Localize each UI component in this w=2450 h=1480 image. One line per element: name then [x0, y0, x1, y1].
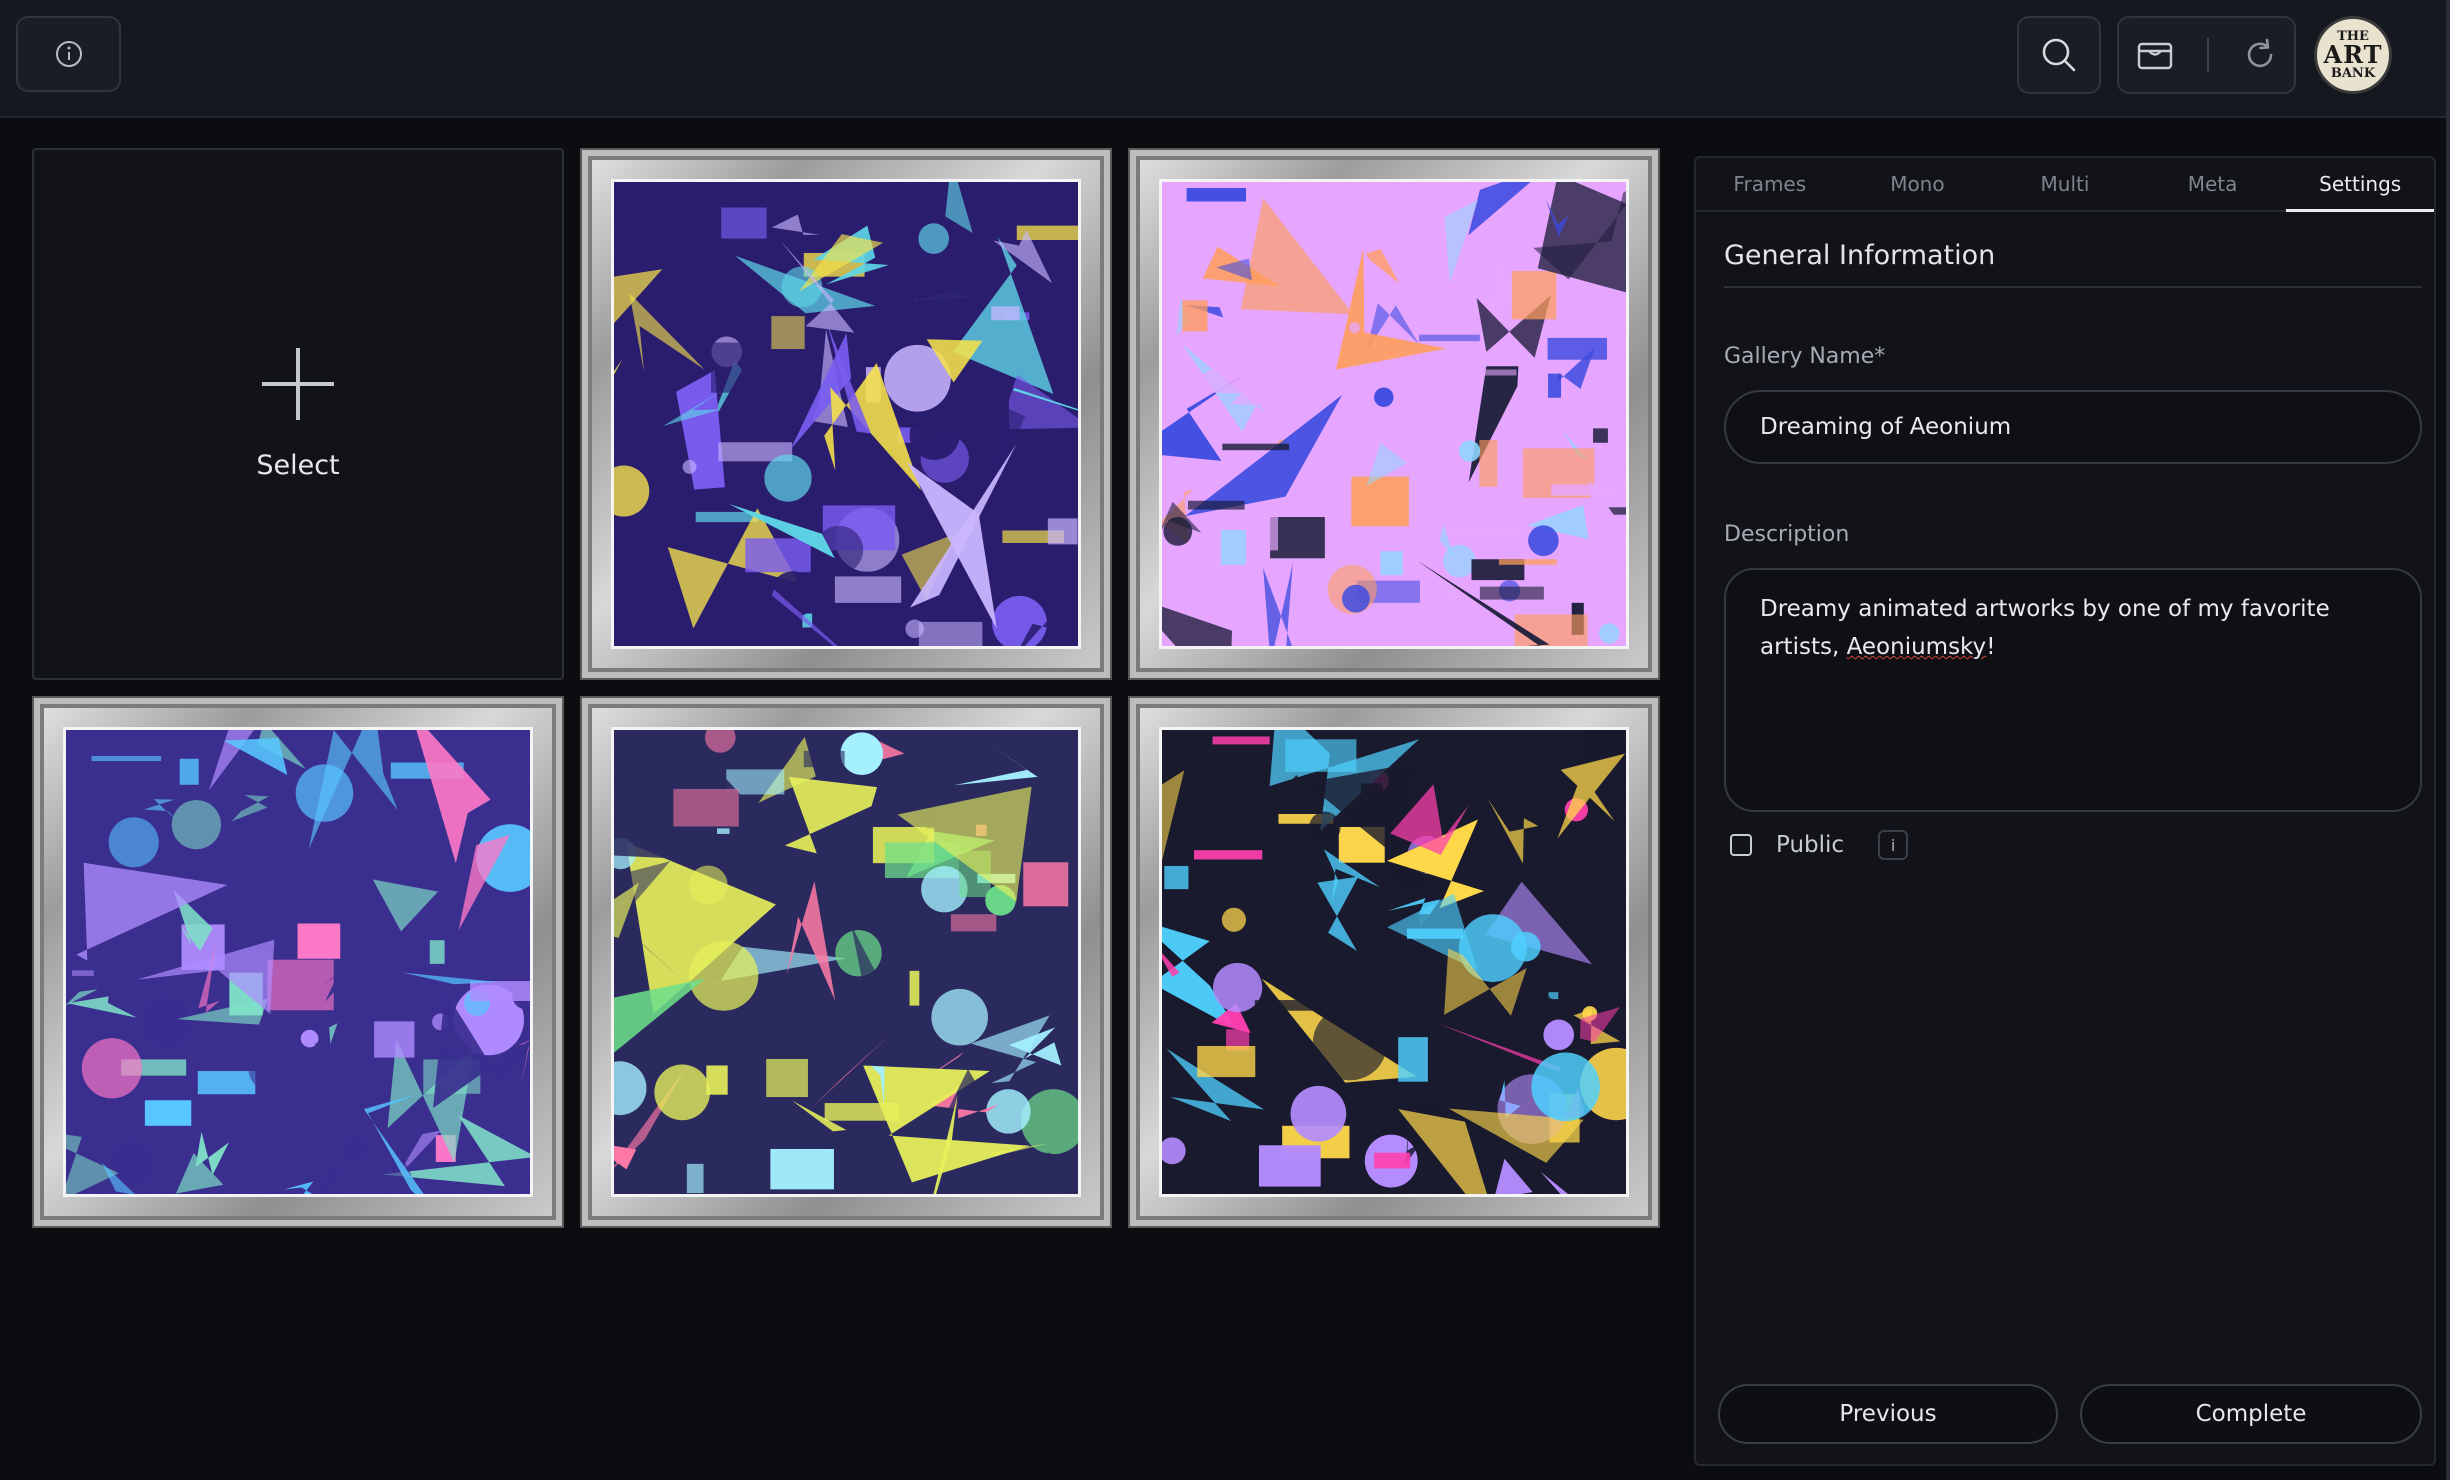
section-divider [1724, 286, 2422, 288]
artwork-image [1162, 182, 1626, 646]
plus-icon [262, 347, 334, 420]
public-checkbox[interactable] [1730, 834, 1752, 856]
top-bar: THE ART BANK [0, 0, 2450, 118]
artwork-frame[interactable] [580, 696, 1112, 1228]
description-label: Description [1724, 522, 1850, 547]
search-icon [2042, 38, 2076, 72]
complete-button[interactable]: Complete [2080, 1384, 2422, 1444]
description-misspelled-word: Aeoniumsky [1846, 634, 1987, 660]
settings-panel: Frames Mono Multi Meta Settings General … [1694, 156, 2436, 1466]
search-button[interactable] [2017, 16, 2101, 94]
previous-button[interactable]: Previous [1718, 1384, 2058, 1444]
tab-frames[interactable]: Frames [1696, 158, 1844, 210]
description-end: ! [1986, 634, 1996, 660]
select-label: Select [256, 449, 340, 481]
window-edge [2446, 0, 2450, 1480]
avatar[interactable]: THE ART BANK [2314, 16, 2392, 94]
panel-tabs: Frames Mono Multi Meta Settings [1696, 158, 2434, 212]
info-circle-icon [55, 41, 82, 67]
tab-settings[interactable]: Settings [2286, 158, 2434, 212]
gallery-name-value: Dreaming of Aeonium [1760, 414, 2012, 440]
tab-multi[interactable]: Multi [1991, 158, 2139, 210]
artwork-frame[interactable] [580, 148, 1112, 680]
artwork-frame[interactable] [1128, 696, 1660, 1228]
description-text: Dreamy animated artworks by one of my fa… [1760, 596, 2330, 660]
wallet-refresh-group [2117, 16, 2296, 94]
tab-mono[interactable]: Mono [1844, 158, 1992, 210]
artwork-frame[interactable] [1128, 148, 1660, 680]
artwork-frame[interactable] [32, 696, 564, 1228]
logo-text-bank: BANK [2330, 66, 2376, 81]
description-textarea[interactable]: Dreamy animated artworks by one of my fa… [1724, 568, 2422, 812]
divider [2206, 38, 2209, 72]
artwork-image [66, 730, 530, 1194]
artwork-image [614, 182, 1078, 646]
public-info-button[interactable]: i [1878, 830, 1909, 860]
logo-text-art: ART [2323, 40, 2383, 69]
section-title: General Information [1724, 240, 1996, 271]
artwork-image [614, 730, 1078, 1194]
tab-meta[interactable]: Meta [2139, 158, 2287, 210]
select-artwork-tile[interactable]: Select [32, 148, 564, 680]
gallery-name-label: Gallery Name* [1724, 344, 1886, 369]
public-label: Public [1776, 832, 1845, 858]
artwork-image [1162, 730, 1626, 1194]
refresh-icon[interactable] [2242, 37, 2278, 73]
public-row: Public i [1730, 830, 1909, 860]
wallet-icon[interactable] [2136, 38, 2174, 72]
info-button[interactable] [16, 16, 121, 92]
gallery-name-input[interactable]: Dreaming of Aeonium [1724, 390, 2422, 464]
